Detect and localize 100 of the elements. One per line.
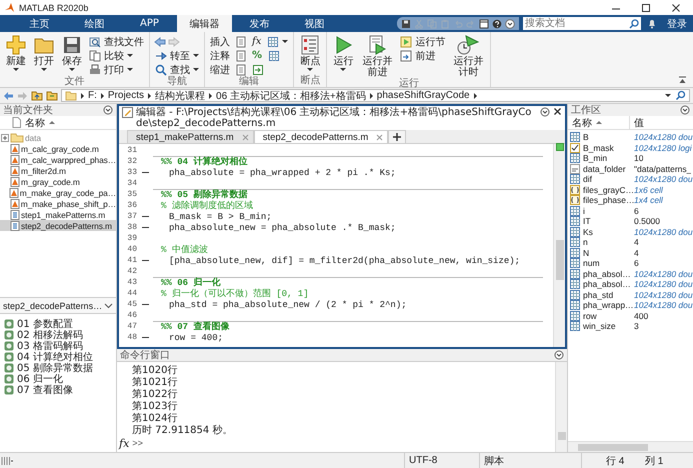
caret-icon <box>282 40 288 43</box>
ribbon-tab[interactable]: 绘图 <box>67 15 122 32</box>
matrix-icon <box>267 36 280 48</box>
insert-button[interactable]: 插入 <box>209 35 231 48</box>
code-line: B_mask = B > B_min; <box>168 212 273 222</box>
file-item[interactable]: m_calc_warppred_phas… <box>0 154 116 165</box>
find-button[interactable]: 查找 <box>154 63 200 76</box>
column-header[interactable]: 名称 <box>25 116 45 130</box>
variable-name[interactable]: row <box>583 310 597 321</box>
section-heading: %% 06 归一化 <box>161 278 220 288</box>
scrollbar-thumb[interactable] <box>578 444 648 450</box>
section-item[interactable]: 04 计算绝对相位 <box>4 351 93 362</box>
variable-name[interactable]: files_phase… <box>583 195 635 206</box>
section-icon <box>4 340 14 350</box>
variable-name[interactable]: pha_wrapp… <box>583 300 634 310</box>
variable-name[interactable]: Ks <box>583 226 593 237</box>
run-button[interactable]: 运行 <box>331 35 356 71</box>
insert-table-button[interactable] <box>266 35 290 48</box>
section-item[interactable]: 02 相移法解码 <box>4 329 83 340</box>
file-item[interactable]: m_calc_gray_code.m <box>0 143 116 154</box>
section-item[interactable]: 06 归一化 <box>4 373 63 384</box>
variable-value: 1024x1280 dou <box>633 174 693 184</box>
file-item[interactable]: m_make_gray_code_pa… <box>0 187 116 198</box>
line-status: 行 4 <box>581 452 641 468</box>
open-button[interactable]: 打开 <box>32 35 56 71</box>
variable-name[interactable]: dif <box>583 174 592 184</box>
path-segment[interactable]: 06 主动标记区域：相移法+格雷码 <box>216 88 366 102</box>
column-status: 列 1 <box>644 454 664 468</box>
scrollbar[interactable] <box>555 362 567 452</box>
file-item[interactable]: m_gray_code.m <box>0 176 116 187</box>
breakpoints-button[interactable]: 断点 <box>298 35 322 71</box>
scrollbar[interactable] <box>568 441 693 452</box>
new-tab-button[interactable] <box>388 130 406 143</box>
ribbon-tab[interactable]: 编辑器 <box>177 15 232 32</box>
address-field[interactable]: F: Projects 结构光课程 06 主动标记区域：相移法+格雷码 phaseShiftGrayCode <box>61 89 690 102</box>
ribbon-tab[interactable]: 发布 <box>232 15 287 32</box>
editor-tab[interactable]: step1_makePatterns.m <box>127 130 254 143</box>
collapse-icon <box>678 76 687 84</box>
output-line: 第1020行 <box>132 365 178 377</box>
file-item[interactable]: data <box>0 132 116 143</box>
ribbon-tab[interactable]: 视图 <box>287 15 342 32</box>
section-item[interactable]: 05 剔除异常数据 <box>4 362 93 373</box>
advance-button[interactable]: 前进 <box>399 49 446 62</box>
file-item[interactable]: m_filter2d.m <box>0 165 116 176</box>
variable-name[interactable]: pha_absol… <box>583 268 631 279</box>
variable-name[interactable]: win_size <box>583 321 616 332</box>
section-heading: %% 07 查看图像 <box>161 322 230 332</box>
scrollbar-thumb[interactable] <box>556 240 564 280</box>
file-item[interactable]: step2_decodePatterns.m <box>0 220 116 231</box>
run-and-advance-button[interactable]: 运行并前进 <box>359 35 396 78</box>
sign-in-link[interactable]: 登录 <box>661 15 693 32</box>
variable-name[interactable]: num <box>583 258 600 268</box>
comment-button[interactable]: 注释 <box>209 49 231 62</box>
scrollbar-thumb[interactable] <box>558 432 566 440</box>
printer-icon <box>89 64 101 76</box>
scrollbar[interactable] <box>553 144 565 347</box>
section-item[interactable]: 07 查看图像 <box>4 384 73 395</box>
variable-name[interactable]: pha_absol… <box>583 279 631 290</box>
print-button[interactable]: 打印 <box>88 63 145 76</box>
file-item[interactable]: step1_makePatterns.m <box>0 209 116 220</box>
variable-name[interactable]: N <box>583 248 590 258</box>
variable-name[interactable]: n <box>583 237 588 248</box>
insert-function-button[interactable]: fx <box>251 35 262 48</box>
new-button[interactable]: 新建 <box>4 35 28 71</box>
wrap-comments-button[interactable] <box>267 49 282 62</box>
variable-name[interactable]: files_grayC… <box>583 184 634 195</box>
indent-button[interactable]: 缩进 <box>209 63 231 76</box>
editor-tab[interactable]: step2_decodePatterns.m <box>254 130 388 143</box>
path-segment[interactable]: F: <box>88 90 97 101</box>
path-segment[interactable]: 结构光课程 <box>155 88 206 102</box>
variable-name[interactable]: i <box>583 206 585 216</box>
ribbon-tab[interactable]: APP <box>122 15 177 32</box>
executable-line-marker <box>142 227 148 228</box>
compare-button[interactable]: 比较 <box>88 49 145 62</box>
find-files-button[interactable]: 查找文件 <box>88 35 145 48</box>
function-browser-button[interactable]: fx <box>119 437 130 450</box>
section-item[interactable]: 03 格雷码解码 <box>4 340 83 351</box>
column-header[interactable]: 值 <box>630 116 644 130</box>
variable-name[interactable]: B <box>583 132 589 142</box>
section-item[interactable]: 01 参数配置 <box>4 318 73 329</box>
run-and-time-button[interactable]: 运行并计时 <box>450 35 486 78</box>
go-to-button[interactable]: 转至 <box>154 49 200 62</box>
save-button[interactable]: 保存 <box>60 35 84 71</box>
smart-indent-button[interactable] <box>251 63 265 76</box>
comment-toggle-button[interactable]: % <box>251 49 264 62</box>
file-item[interactable]: m_make_phase_shift_p… <box>0 198 116 209</box>
variable-name[interactable]: B_mask <box>583 142 614 153</box>
variable-name[interactable]: data_folder <box>583 164 626 174</box>
variable-value: 1024x1280 dou <box>633 226 693 237</box>
ribbon-tab[interactable]: 主页 <box>12 15 67 32</box>
section-play-icon <box>400 36 412 48</box>
variable-name[interactable]: B_min <box>583 153 608 164</box>
variable-name[interactable]: pha_std <box>583 290 614 300</box>
command-prompt[interactable]: >> <box>132 438 144 448</box>
variable-name[interactable]: IT <box>583 216 591 226</box>
path-segment[interactable]: phaseShiftGrayCode <box>376 90 470 101</box>
path-segment[interactable]: Projects <box>108 90 144 101</box>
separator-icon <box>474 92 477 98</box>
run-section-button[interactable]: 运行节 <box>399 35 446 48</box>
column-header[interactable]: 名称 <box>572 116 592 130</box>
